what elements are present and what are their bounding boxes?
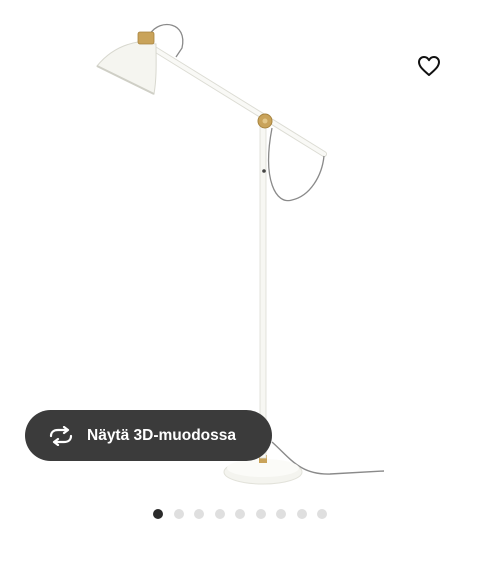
- pagination-dot[interactable]: [235, 509, 245, 519]
- pagination-dot-active[interactable]: [153, 509, 163, 519]
- pagination-dot[interactable]: [173, 509, 184, 519]
- view-in-3d-label: Näytä 3D-muodossa: [87, 426, 237, 444]
- view-in-3d-button[interactable]: Näytä 3D-muodossa: [25, 410, 272, 461]
- heart-outline-icon: [418, 56, 440, 76]
- pagination-dot[interactable]: [317, 509, 327, 519]
- pagination-dot[interactable]: [255, 509, 266, 519]
- product-image-gallery: Näytä 3D-muodossa: [0, 0, 480, 562]
- rotate-arrows-icon: [47, 425, 75, 446]
- favourite-button[interactable]: [412, 49, 446, 83]
- pagination-dot[interactable]: [214, 509, 225, 519]
- pagination-dot[interactable]: [194, 509, 204, 519]
- pagination-dot[interactable]: [296, 509, 307, 519]
- image-pagination: [0, 509, 480, 521]
- pagination-dot[interactable]: [276, 509, 286, 519]
